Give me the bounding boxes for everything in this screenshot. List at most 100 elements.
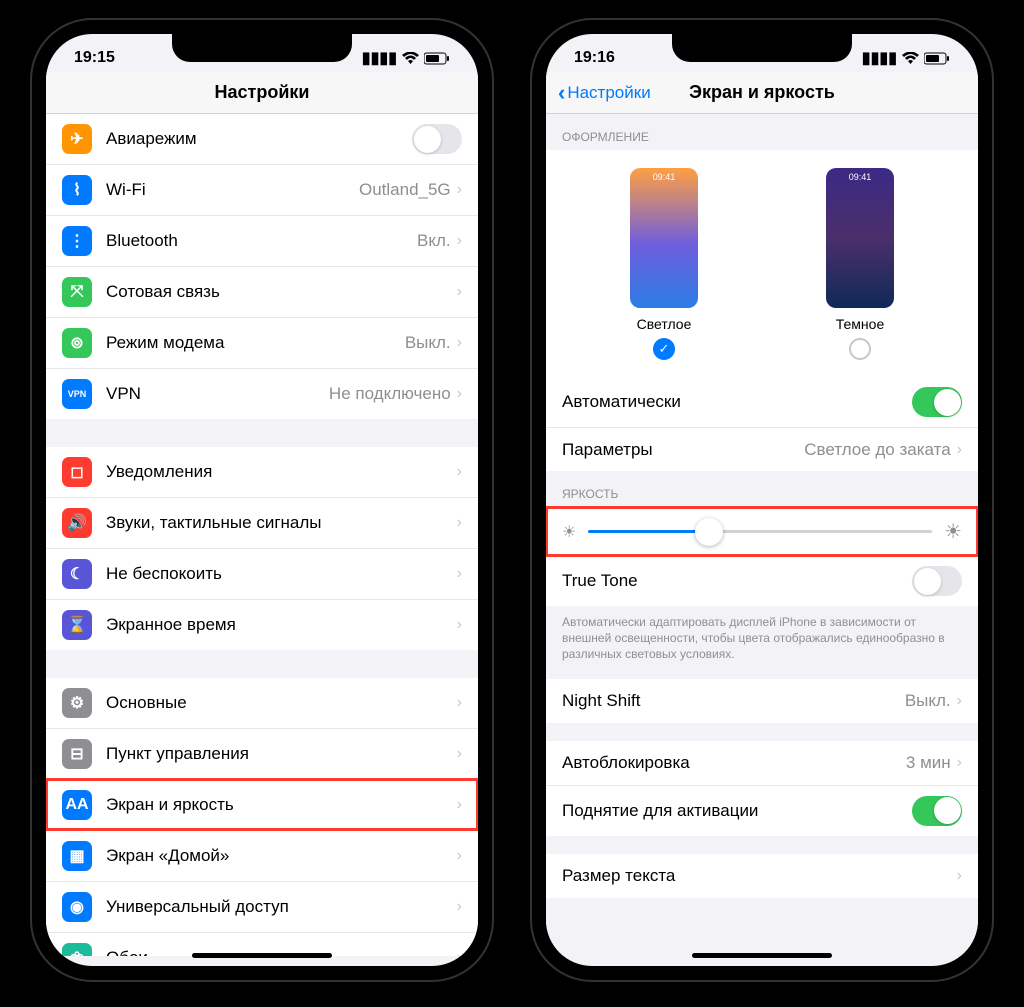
parameters-label: Параметры: [562, 440, 804, 460]
row-textsize[interactable]: Размер текста ›: [546, 854, 978, 898]
home-indicator[interactable]: [692, 953, 832, 958]
row-label: Сотовая связь: [106, 282, 457, 302]
row-label: Wi-Fi: [106, 180, 359, 200]
chevron-right-icon: ›: [457, 796, 462, 814]
chevron-right-icon: ›: [957, 692, 962, 710]
row-label: Универсальный доступ: [106, 897, 457, 917]
row-notifications[interactable]: ◻Уведомления›: [46, 447, 478, 497]
row-label: Bluetooth: [106, 231, 417, 251]
row-label: Режим модема: [106, 333, 405, 353]
radio-unselected-icon[interactable]: [849, 338, 871, 360]
chevron-right-icon: ›: [457, 283, 462, 301]
row-autolock[interactable]: Автоблокировка 3 мин ›: [546, 741, 978, 785]
battery-icon: [424, 52, 450, 65]
toggle-airplane[interactable]: [412, 124, 462, 154]
chevron-right-icon: ›: [457, 616, 462, 634]
toggle-raise[interactable]: [912, 796, 962, 826]
row-sounds[interactable]: 🔊Звуки, тактильные сигналы›: [46, 497, 478, 548]
chevron-right-icon: ›: [457, 949, 462, 956]
truetone-footnote: Автоматически адаптировать дисплей iPhon…: [546, 606, 978, 679]
row-homescreen[interactable]: ▦Экран «Домой»›: [46, 830, 478, 881]
row-hotspot[interactable]: ⊚Режим модемаВыкл.›: [46, 317, 478, 368]
chevron-right-icon: ›: [457, 385, 462, 403]
row-bluetooth[interactable]: ⋮BluetoothВкл.›: [46, 215, 478, 266]
notch: [672, 34, 852, 62]
slider-track[interactable]: [588, 530, 932, 533]
row-display[interactable]: AAЭкран и яркость›: [46, 779, 478, 830]
appearance-dark[interactable]: 09:41 Темное: [826, 168, 894, 365]
sun-small-icon: ☀: [562, 522, 576, 542]
row-control-center[interactable]: ⊟ Пункт управления›: [46, 728, 478, 779]
dnd-icon: ☾: [62, 559, 92, 589]
cellular-icon: ⤧: [62, 277, 92, 307]
row-vpn[interactable]: VPNVPNНе подключено›: [46, 368, 478, 419]
chevron-right-icon: ›: [457, 565, 462, 583]
light-preview: 09:41: [630, 168, 698, 308]
status-time: 19:16: [574, 49, 615, 67]
chevron-right-icon: ›: [457, 745, 462, 763]
row-general[interactable]: ⚙Основные›: [46, 678, 478, 728]
section-appearance: ОФОРМЛЕНИЕ: [546, 114, 978, 150]
control-center-icon: ⊟: [62, 739, 92, 769]
back-button[interactable]: ‹ Настройки: [558, 80, 651, 106]
row-screentime[interactable]: ⌛Экранное время›: [46, 599, 478, 650]
row-label: Пункт управления: [106, 744, 457, 764]
wifi-status-icon: [402, 52, 419, 65]
appearance-light[interactable]: 09:41 Светлое ✓: [630, 168, 698, 365]
brightness-slider[interactable]: ☀ ☀: [546, 507, 978, 556]
chevron-right-icon: ›: [457, 898, 462, 916]
radio-selected-icon[interactable]: ✓: [653, 338, 675, 360]
wallpaper-icon: ❀: [62, 943, 92, 956]
row-parameters[interactable]: Параметры Светлое до заката ›: [546, 427, 978, 471]
dark-preview: 09:41: [826, 168, 894, 308]
sounds-icon: 🔊: [62, 508, 92, 538]
phone-left: 19:15 ▮▮▮▮ Настройки ✈Авиарежим⌇Wi-FiOut…: [32, 20, 492, 980]
chevron-right-icon: ›: [957, 754, 962, 772]
settings-list[interactable]: ✈Авиарежим ⌇ Wi-FiOutland_5G › ⋮ BluetoothВкл…: [46, 114, 478, 956]
signal-icon: ▮▮▮▮: [362, 48, 397, 68]
hotspot-icon: ⊚: [62, 328, 92, 358]
row-value: Outland_5G: [359, 180, 451, 200]
display-settings[interactable]: ОФОРМЛЕНИЕ 09:41 Светлое ✓ 09:41 Темное …: [546, 114, 978, 956]
row-wifi[interactable]: ⌇ Wi-FiOutland_5G ›: [46, 164, 478, 215]
row-dnd[interactable]: ☾Не беспокоить›: [46, 548, 478, 599]
notch: [172, 34, 352, 62]
textsize-label: Размер текста: [562, 866, 957, 886]
chevron-right-icon: ›: [457, 334, 462, 352]
nightshift-value: Выкл.: [905, 691, 951, 711]
toggle-automatic[interactable]: [912, 387, 962, 417]
row-airplane[interactable]: ✈Авиарежим: [46, 114, 478, 164]
row-label: Уведомления: [106, 462, 457, 482]
chevron-left-icon: ‹: [558, 80, 565, 106]
home-indicator[interactable]: [192, 953, 332, 958]
status-time: 19:15: [74, 49, 115, 67]
raise-label: Поднятие для активации: [562, 801, 912, 821]
row-label: Основные: [106, 693, 457, 713]
row-truetone[interactable]: True Tone: [546, 556, 978, 606]
row-cellular[interactable]: ⤧ Сотовая связь›: [46, 266, 478, 317]
wifi-icon: ⌇: [62, 175, 92, 205]
row-label: Авиарежим: [106, 129, 412, 149]
bluetooth-icon: ⋮: [62, 226, 92, 256]
slider-thumb[interactable]: [695, 518, 723, 546]
back-label: Настройки: [567, 83, 650, 103]
page-title: Экран и яркость: [689, 82, 835, 103]
row-automatic[interactable]: Автоматически: [546, 377, 978, 427]
brightness-slider-group: ☀ ☀: [546, 507, 978, 556]
row-raise[interactable]: Поднятие для активации: [546, 785, 978, 836]
row-value: Вкл.: [417, 231, 451, 251]
autolock-value: 3 мин: [906, 753, 951, 773]
automatic-label: Автоматически: [562, 392, 912, 412]
row-label: Экран «Домой»: [106, 846, 457, 866]
chevron-right-icon: ›: [457, 694, 462, 712]
toggle-truetone[interactable]: [912, 566, 962, 596]
nightshift-label: Night Shift: [562, 691, 905, 711]
row-accessibility[interactable]: ◉Универсальный доступ›: [46, 881, 478, 932]
vpn-icon: VPN: [62, 379, 92, 409]
notifications-icon: ◻: [62, 457, 92, 487]
row-label: Звуки, тактильные сигналы: [106, 513, 457, 533]
signal-icon: ▮▮▮▮: [862, 48, 897, 68]
row-nightshift[interactable]: Night Shift Выкл. ›: [546, 679, 978, 723]
chevron-right-icon: ›: [457, 181, 462, 199]
homescreen-icon: ▦: [62, 841, 92, 871]
